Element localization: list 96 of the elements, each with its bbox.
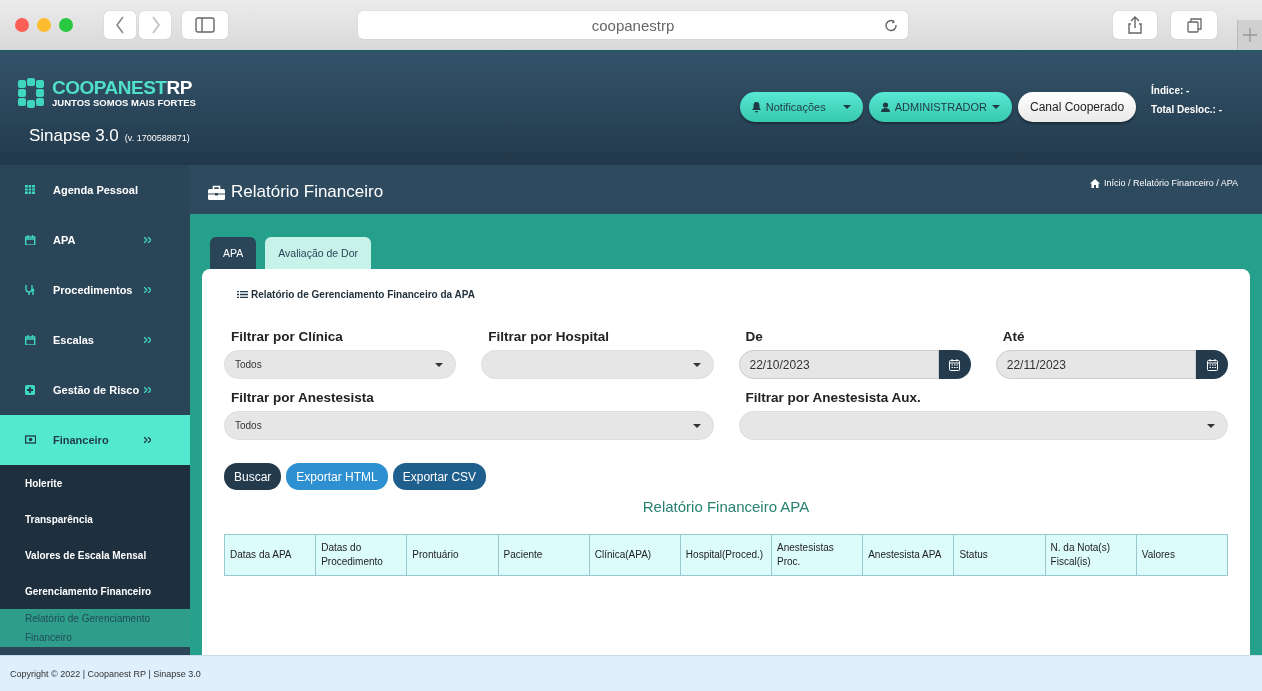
double-chevron-icon <box>144 437 151 443</box>
reload-icon <box>885 18 898 32</box>
caret-icon <box>692 362 701 367</box>
calendar-grid-icon <box>25 185 36 195</box>
caret-icon <box>992 105 1000 109</box>
window-control-icon[interactable] <box>59 18 73 32</box>
user-icon <box>880 102 890 112</box>
home-icon <box>1090 178 1101 188</box>
stethoscope-icon <box>25 285 36 295</box>
sidebar-toggle-button[interactable] <box>182 11 228 39</box>
column-header: Prontuário <box>406 534 498 576</box>
double-chevron-icon <box>144 337 151 343</box>
window-control-icon[interactable] <box>15 18 29 32</box>
calendar-icon <box>25 235 36 245</box>
search-button[interactable]: Buscar <box>224 463 282 490</box>
field-label: Filtrar por Clínica <box>230 329 344 344</box>
field-label: Filtrar por Hospital <box>487 329 610 344</box>
sidebar-item[interactable]: Procedimentos <box>0 265 190 315</box>
calendar-icon <box>25 335 36 345</box>
tabs-button[interactable] <box>1171 11 1217 39</box>
plus-icon <box>1243 28 1257 42</box>
app-version: (v. 1700588871) <box>124 133 190 143</box>
column-header: Anestesista APA <box>862 534 954 576</box>
back-icon <box>115 16 125 34</box>
sidebar-subitem[interactable]: Valores de Escala Mensal <box>0 537 190 573</box>
column-header: Paciente <box>498 534 590 576</box>
caret-icon <box>1207 423 1215 428</box>
field-label: De <box>744 329 764 344</box>
column-header: Clínica(APA) <box>589 534 681 576</box>
forward-button[interactable] <box>139 11 171 39</box>
column-header: Datas do Procedimento <box>315 534 407 576</box>
breadcrumb: Início / Relatório Financeiro / APA <box>1104 178 1238 188</box>
forward-icon <box>150 16 160 34</box>
sidebar-item[interactable]: Financeiro <box>0 415 190 465</box>
brand-tagline: JUNTOS SOMOS MAIS FORTES <box>52 96 196 109</box>
share-button[interactable] <box>1113 11 1157 39</box>
logo-icon <box>16 76 46 110</box>
sidebar-item[interactable]: Agenda Pessoal <box>0 165 190 215</box>
sidebar-item[interactable]: Escalas <box>0 315 190 365</box>
double-chevron-icon <box>144 387 151 393</box>
calendar-button[interactable] <box>1196 350 1228 379</box>
copyright-text: Copyright © 2022 | Coopanest RP | Sinapse 3.0 <box>10 668 201 679</box>
briefcase-icon <box>208 184 225 200</box>
sidebar-icon <box>195 17 215 33</box>
tab[interactable]: Avaliação de Dor <box>265 237 371 269</box>
field-label: Até <box>1001 329 1026 344</box>
sidebar-item[interactable]: Gestão de Risco <box>0 365 190 415</box>
select-field[interactable] <box>481 350 714 379</box>
select-field[interactable] <box>738 411 1228 440</box>
column-header: N. da Nota(s) Fiscal(is) <box>1045 534 1137 576</box>
select-field[interactable]: Todos <box>224 350 457 379</box>
calendar-icon <box>949 358 961 371</box>
calendar-button[interactable] <box>938 350 971 379</box>
back-button[interactable] <box>104 11 136 39</box>
column-header: Status <box>953 534 1046 576</box>
double-chevron-icon <box>144 237 151 243</box>
bell-icon <box>751 101 761 113</box>
app-name: Sinapse 3.0 <box>29 126 119 146</box>
notifications-button[interactable]: Notificações <box>739 92 863 122</box>
canal-cooperado-button[interactable]: Canal Cooperado <box>1018 92 1137 122</box>
tab[interactable]: APA <box>210 237 257 269</box>
sidebar-item[interactable]: APA <box>0 215 190 265</box>
share-icon <box>1128 16 1142 34</box>
report-title: Relatório Financeiro APA <box>641 498 811 515</box>
column-header: Hospital(Proced.) <box>680 534 772 576</box>
info-label: Total Desloc.: - <box>1151 104 1222 115</box>
sidebar-subitem[interactable]: Transparência <box>0 501 190 537</box>
caret-icon <box>435 362 444 367</box>
select-field[interactable]: Todos <box>224 411 714 440</box>
user-menu-button[interactable]: ADMINISTRADOR <box>868 92 1012 122</box>
brand-name: COOPANESTRP <box>52 77 193 97</box>
export-html-button[interactable]: Exportar HTML <box>286 463 388 490</box>
date-field[interactable]: 22/10/2023 <box>738 350 939 379</box>
column-header: Valores <box>1136 534 1228 576</box>
caret-icon <box>692 423 701 428</box>
info-label: Índice: - <box>1151 85 1191 96</box>
field-label: Filtrar por Anestesista <box>230 390 375 405</box>
section-title: Relatório de Gerenciamento Financeiro da APA <box>251 289 475 300</box>
caret-icon <box>842 105 851 109</box>
list-icon <box>237 291 248 298</box>
column-header: Datas da APA <box>224 534 316 576</box>
address-bar[interactable]: coopanestrp <box>358 11 908 39</box>
sidebar-subitem[interactable]: Gerenciamento Financeiro <box>0 573 190 609</box>
page-title: Relatório Financeiro <box>231 182 384 202</box>
tabs-icon <box>1186 17 1202 33</box>
window-control-icon[interactable] <box>37 18 51 32</box>
banknote-icon <box>25 435 36 445</box>
calendar-icon <box>1206 358 1218 371</box>
new-tab-button[interactable] <box>1237 20 1262 50</box>
export-csv-button[interactable]: Exportar CSV <box>392 463 487 490</box>
double-chevron-icon <box>144 287 151 293</box>
plus-square-icon <box>25 385 36 395</box>
field-label: Filtrar por Anestesista Aux. <box>744 390 922 405</box>
sidebar-subitem[interactable]: Holerite <box>0 465 190 501</box>
column-header: Anestesistas Proc. <box>771 534 863 576</box>
date-field[interactable]: 22/11/2023 <box>995 350 1196 379</box>
